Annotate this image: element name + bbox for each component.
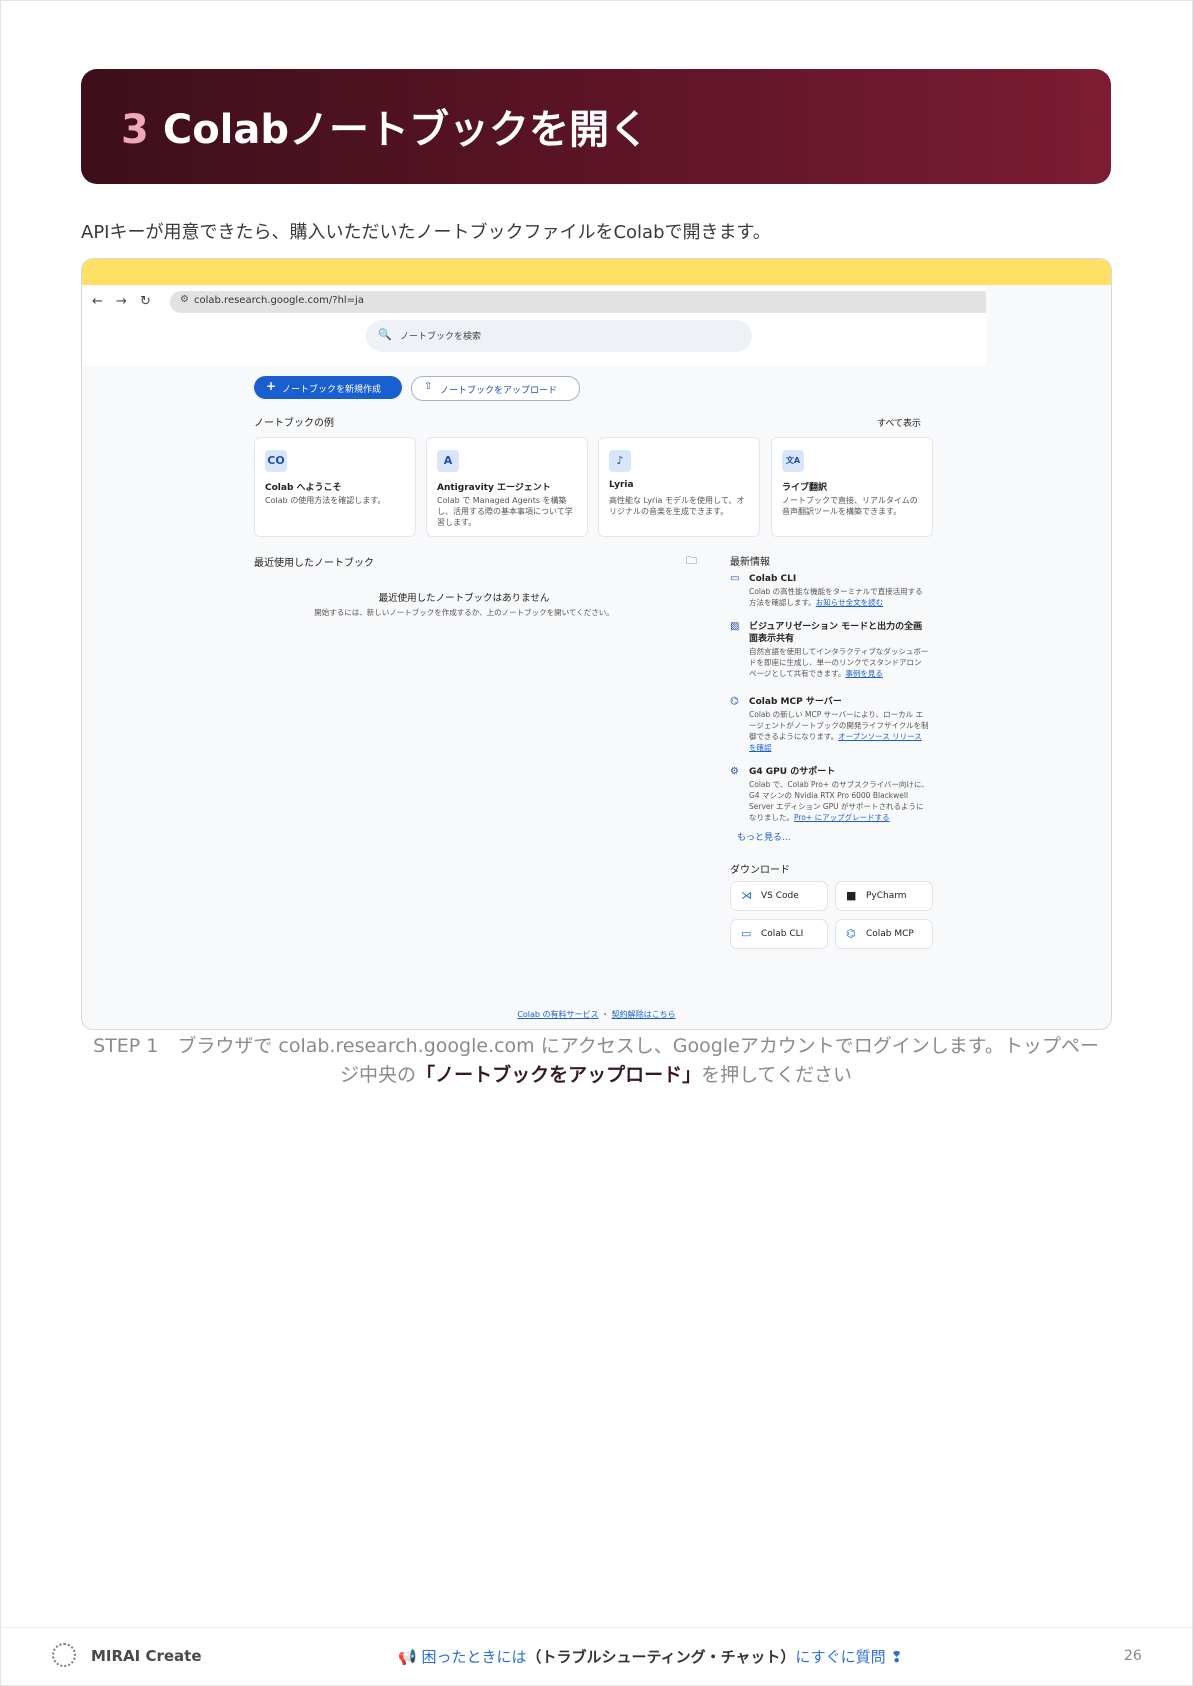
- search-placeholder: ノートブックを検索: [400, 332, 482, 342]
- see-all-link[interactable]: すべて表示: [877, 416, 921, 429]
- pycharm-icon: ■: [846, 889, 857, 902]
- examples-title: ノートブックの例: [254, 418, 334, 429]
- colab-screenshot: ← → ↻ ⚙ colab.research.google.com/?hl=ja…: [81, 258, 1112, 1030]
- folder-icon[interactable]: 🗀: [686, 552, 697, 571]
- section-title-text: Colabノートブックを開く: [162, 107, 650, 153]
- page-number: 26: [1124, 1648, 1142, 1664]
- intro-text: APIキーが用意できたら、購入いただいたノートブックファイルをColabで開きま…: [81, 222, 771, 243]
- card-desc: ノートブックで直接、リアルタイムの音声翻訳ツールを構築できます。: [782, 496, 918, 516]
- plus-icon: +: [266, 379, 277, 393]
- section-number: 3: [121, 107, 149, 153]
- antigravity-icon: A: [437, 450, 459, 472]
- mcp-icon: ⌬: [730, 696, 739, 707]
- megaphone-icon: 📢: [398, 1648, 422, 1666]
- example-card[interactable]: CO Colab へようこそ Colab の使用方法を確認します。: [254, 437, 416, 537]
- news-item-desc: Colab で、Colab Pro+ のサブスクライバー向けに、G4 マシンの …: [749, 779, 929, 823]
- news-item-title: Colab CLI: [749, 574, 797, 584]
- cancel-contract-link[interactable]: 契約解除はこちら: [612, 1010, 676, 1019]
- forward-arrow-icon[interactable]: →: [116, 294, 127, 309]
- section-header-banner: 3 Colabノートブックを開く: [81, 69, 1111, 184]
- back-arrow-icon[interactable]: ←: [92, 294, 103, 309]
- terminal-icon: ▭: [730, 573, 740, 584]
- news-desc-text: 自然言語を使用してインタラクティブなダッシュボードを即座に生成し、単一のリンクで…: [749, 647, 929, 678]
- address-url: colab.research.google.com/?hl=ja: [194, 295, 364, 306]
- news-item-title: Colab MCP サーバー: [749, 697, 842, 707]
- upload-notebook-label: ノートブックをアップロード: [440, 386, 558, 396]
- help-chat-link[interactable]: 📢 困ったときには（トラブルシューティング・チャット）にすぐに質問 ❢: [398, 1646, 903, 1667]
- card-title: Lyria: [609, 480, 634, 490]
- download-label: VS Code: [761, 891, 799, 901]
- screenshot-highlight-bar: [82, 259, 1111, 285]
- card-desc: 高性能な Lyria モデルを使用して、オリジナルの音楽を生成できます。: [609, 496, 745, 516]
- chart-icon: ▨: [730, 621, 740, 632]
- example-card[interactable]: 文A ライブ翻訳 ノートブックで直接、リアルタイムの音声翻訳ツールを構築できます…: [771, 437, 933, 537]
- download-colab-cli-button[interactable]: ▭ Colab CLI: [730, 919, 828, 949]
- terminal-icon: ▭: [741, 927, 752, 940]
- news-title: 最新情報: [730, 557, 770, 568]
- paid-services-link[interactable]: Colab の有料サービス: [517, 1010, 598, 1019]
- upload-icon: ⇧: [424, 381, 433, 392]
- downloads-title: ダウンロード: [730, 865, 790, 876]
- help-text-end: にすぐに質問: [795, 1648, 886, 1666]
- browser-toolbar: ← → ↻ ⚙ colab.research.google.com/?hl=ja: [82, 286, 986, 322]
- footer-separator: ・: [601, 1010, 610, 1019]
- download-pycharm-button[interactable]: ■ PyCharm: [835, 881, 933, 911]
- footer-divider: [0, 1627, 1193, 1628]
- mcp-icon: ⌬: [846, 927, 856, 940]
- download-colab-mcp-button[interactable]: ⌬ Colab MCP: [835, 919, 933, 949]
- search-icon: 🔍: [378, 328, 392, 341]
- site-settings-icon[interactable]: ⚙: [180, 294, 189, 305]
- gpu-chip-icon: ⚙: [730, 766, 739, 777]
- upload-notebook-button[interactable]: ⇧ ノートブックをアップロード: [411, 376, 580, 401]
- news-item-desc: Colab の新しい MCP サーバーにより、ローカル エージェントがノートブッ…: [749, 709, 929, 753]
- footer-brand: MIRAI Create: [91, 1647, 202, 1665]
- caption-emphasis: 「ノートブックをアップロード」: [416, 1064, 702, 1086]
- section-title: 3 Colabノートブックを開く: [121, 97, 649, 155]
- screenshot-caption: STEP 1 ブラウザで colab.research.google.com に…: [86, 1032, 1106, 1090]
- empty-recent-subtitle: 開始するには、新しいノートブックを作成するか、上のノートブックを開いてください。: [314, 608, 614, 617]
- card-desc: Colab で Managed Agents を構築し、活用する際の基本事項につ…: [437, 496, 573, 527]
- new-notebook-label: ノートブックを新規作成: [282, 385, 382, 395]
- card-title: Colab へようこそ: [265, 483, 342, 493]
- example-card[interactable]: ♪ Lyria 高性能な Lyria モデルを使用して、オリジナルの音楽を生成で…: [598, 437, 760, 537]
- news-item-title: ビジュアリゼーション モードと出力の全画面表示共有: [749, 622, 923, 644]
- empty-recent-title: 最近使用したノートブックはありません: [378, 593, 550, 604]
- download-label: Colab CLI: [761, 929, 804, 939]
- address-bar[interactable]: ⚙ colab.research.google.com/?hl=ja: [170, 291, 986, 313]
- card-desc: Colab の使用方法を確認します。: [265, 496, 386, 505]
- news-link[interactable]: お知らせ全文を読む: [816, 598, 883, 607]
- reload-icon[interactable]: ↻: [140, 294, 151, 309]
- music-icon: ♪: [609, 450, 631, 472]
- example-card[interactable]: A Antigravity エージェント Colab で Managed Age…: [426, 437, 588, 537]
- download-vscode-button[interactable]: ⋊ VS Code: [730, 881, 828, 911]
- vscode-icon: ⋊: [741, 889, 752, 902]
- colab-icon: CO: [265, 450, 287, 472]
- colab-footer: Colab の有料サービス ・ 契約解除はこちら: [82, 1009, 1111, 1020]
- recent-notebooks-title: 最近使用したノートブック: [254, 558, 374, 569]
- news-item-title: G4 GPU のサポート: [749, 767, 836, 777]
- new-notebook-button[interactable]: + ノートブックを新規作成: [254, 376, 402, 399]
- download-label: PyCharm: [866, 891, 907, 901]
- news-item-desc: Colab の高性能な機能をターミナルで直接活用する方法を確認します。お知らせ全…: [749, 586, 929, 608]
- pointer-icon: ❢: [885, 1648, 903, 1666]
- download-label: Colab MCP: [866, 929, 914, 939]
- translate-icon: 文A: [782, 450, 804, 472]
- caption-text-end: を押してください: [701, 1064, 852, 1086]
- news-link[interactable]: 事例を見る: [845, 669, 883, 678]
- help-text-bold: （トラブルシューティング・チャット）: [526, 1648, 796, 1666]
- news-link[interactable]: Pro+ にアップグレードする: [794, 813, 890, 822]
- brand-logo-icon: [52, 1643, 76, 1667]
- news-item-desc: 自然言語を使用してインタラクティブなダッシュボードを即座に生成し、単一のリンクで…: [749, 646, 929, 679]
- card-title: ライブ翻訳: [782, 483, 828, 493]
- help-text: 困ったときには: [421, 1648, 527, 1666]
- search-input[interactable]: 🔍 ノートブックを検索: [366, 320, 752, 352]
- more-news-link[interactable]: もっと見る...: [737, 830, 791, 843]
- card-title: Antigravity エージェント: [437, 483, 551, 493]
